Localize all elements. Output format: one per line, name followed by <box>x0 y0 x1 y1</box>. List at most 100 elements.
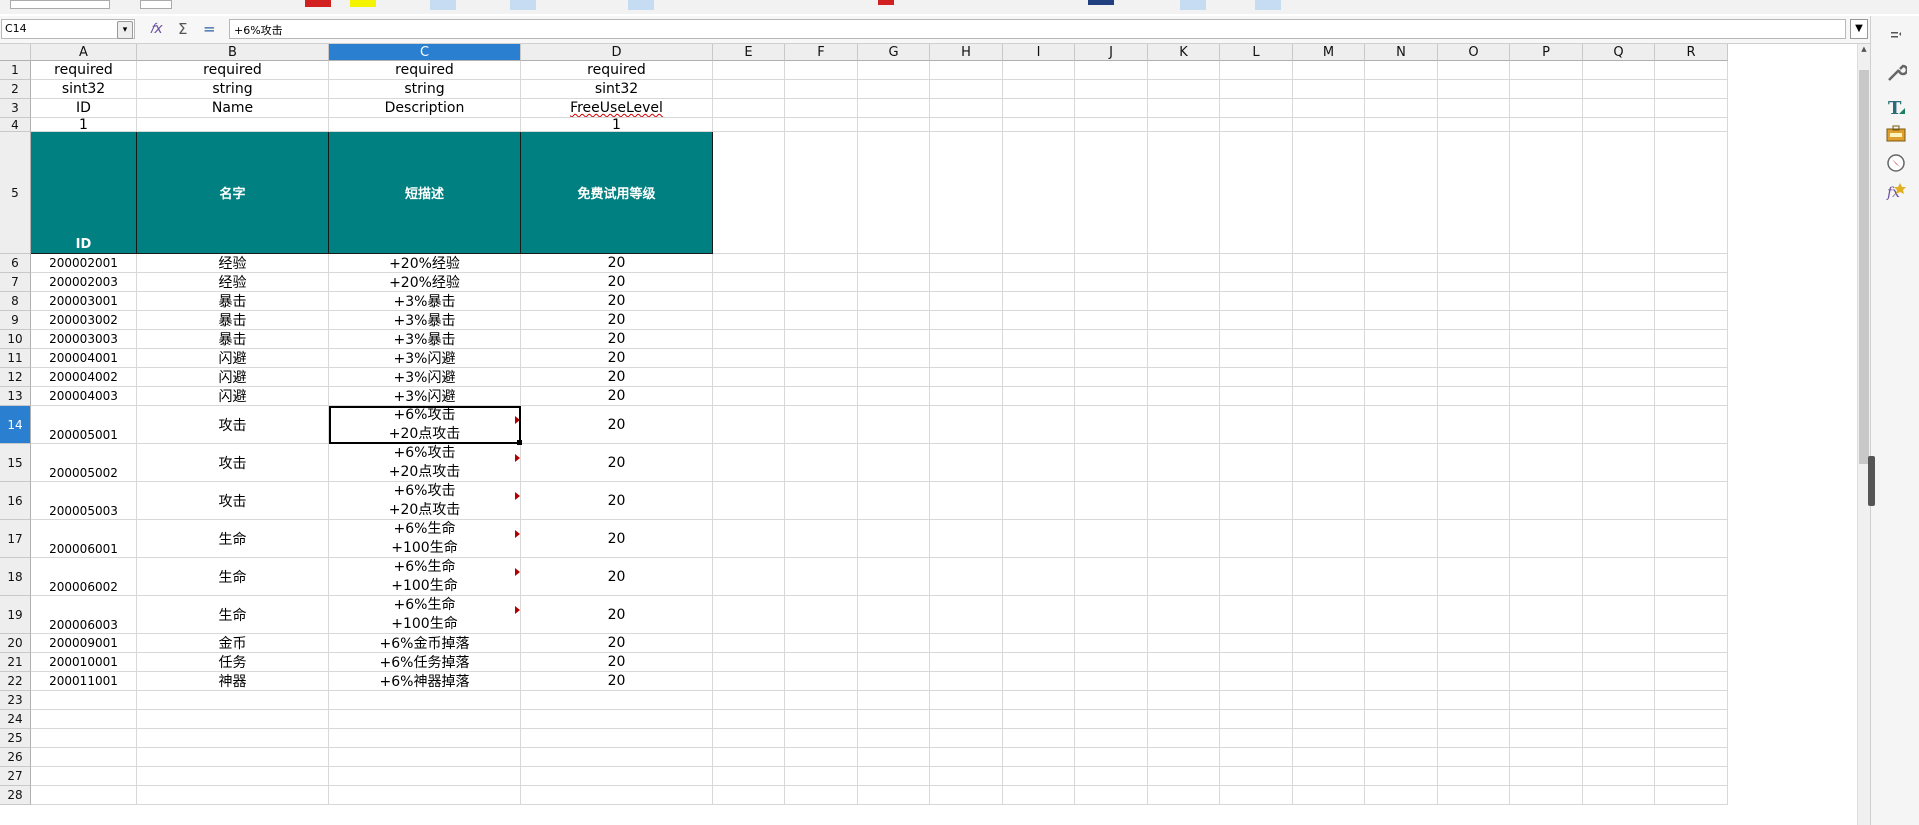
empty-cell[interactable] <box>713 653 785 672</box>
empty-cell[interactable] <box>1220 748 1293 767</box>
cell-c5[interactable]: 短描述 <box>329 132 521 254</box>
empty-cell[interactable] <box>785 596 858 634</box>
row-header-20[interactable]: 20 <box>0 634 31 653</box>
empty-cell[interactable] <box>1003 558 1075 596</box>
empty-cell[interactable] <box>1583 349 1655 368</box>
empty-cell[interactable] <box>1365 596 1438 634</box>
cell-b17[interactable]: 生命 <box>137 520 329 558</box>
empty-cell[interactable] <box>785 387 858 406</box>
cell-b16[interactable]: 攻击 <box>137 482 329 520</box>
cell-d23[interactable] <box>521 691 713 710</box>
empty-cell[interactable] <box>1075 311 1148 330</box>
empty-cell[interactable] <box>713 387 785 406</box>
empty-cell[interactable] <box>1220 634 1293 653</box>
empty-cell[interactable] <box>1293 99 1365 118</box>
row-header-24[interactable]: 24 <box>0 710 31 729</box>
empty-cell[interactable] <box>858 482 930 520</box>
empty-cell[interactable] <box>1003 406 1075 444</box>
empty-cell[interactable] <box>1438 132 1510 254</box>
cell-a21[interactable]: 200010001 <box>31 653 137 672</box>
empty-cell[interactable] <box>1075 691 1148 710</box>
scroll-up-icon[interactable]: ▲ <box>1858 44 1870 54</box>
empty-cell[interactable] <box>1148 710 1220 729</box>
cell-a18[interactable]: 200006002 <box>31 558 137 596</box>
empty-cell[interactable] <box>1293 710 1365 729</box>
empty-cell[interactable] <box>1365 634 1438 653</box>
empty-cell[interactable] <box>713 80 785 99</box>
empty-cell[interactable] <box>1075 368 1148 387</box>
empty-cell[interactable] <box>1293 292 1365 311</box>
empty-cell[interactable] <box>1583 406 1655 444</box>
cell-a19[interactable]: 200006003 <box>31 596 137 634</box>
empty-cell[interactable] <box>785 132 858 254</box>
empty-cell[interactable] <box>1583 767 1655 786</box>
empty-cell[interactable] <box>1510 311 1583 330</box>
empty-cell[interactable] <box>1220 292 1293 311</box>
cell-d26[interactable] <box>521 748 713 767</box>
empty-cell[interactable] <box>930 691 1003 710</box>
empty-cell[interactable] <box>1075 710 1148 729</box>
empty-cell[interactable] <box>1438 748 1510 767</box>
column-header-j[interactable]: J <box>1075 44 1148 61</box>
column-header-g[interactable]: G <box>858 44 930 61</box>
empty-cell[interactable] <box>1583 710 1655 729</box>
cell-b13[interactable]: 闪避 <box>137 387 329 406</box>
empty-cell[interactable] <box>1583 80 1655 99</box>
empty-cell[interactable] <box>1003 520 1075 558</box>
empty-cell[interactable] <box>1655 710 1728 729</box>
empty-cell[interactable] <box>1655 99 1728 118</box>
empty-cell[interactable] <box>858 444 930 482</box>
empty-cell[interactable] <box>1220 786 1293 805</box>
empty-cell[interactable] <box>785 330 858 349</box>
empty-cell[interactable] <box>1293 786 1365 805</box>
empty-cell[interactable] <box>1438 634 1510 653</box>
empty-cell[interactable] <box>1655 273 1728 292</box>
cell-b21[interactable]: 任务 <box>137 653 329 672</box>
empty-cell[interactable] <box>1510 254 1583 273</box>
empty-cell[interactable] <box>858 406 930 444</box>
empty-cell[interactable] <box>1220 311 1293 330</box>
cell-c8[interactable]: +3%暴击 <box>329 292 521 311</box>
scrollbar-thumb[interactable] <box>1859 70 1869 464</box>
cell-c7[interactable]: +20%经验 <box>329 273 521 292</box>
empty-cell[interactable] <box>1003 691 1075 710</box>
empty-cell[interactable] <box>1075 672 1148 691</box>
empty-cell[interactable] <box>1003 349 1075 368</box>
cell-c9[interactable]: +3%暴击 <box>329 311 521 330</box>
row-header-23[interactable]: 23 <box>0 691 31 710</box>
empty-cell[interactable] <box>1583 786 1655 805</box>
empty-cell[interactable] <box>1148 80 1220 99</box>
cell-b1[interactable]: required <box>137 61 329 80</box>
empty-cell[interactable] <box>1148 786 1220 805</box>
cell-c2[interactable]: string <box>329 80 521 99</box>
empty-cell[interactable] <box>785 786 858 805</box>
empty-cell[interactable] <box>1510 482 1583 520</box>
empty-cell[interactable] <box>1365 691 1438 710</box>
row-header-27[interactable]: 27 <box>0 767 31 786</box>
cell-a5[interactable]: ID <box>31 132 137 254</box>
empty-cell[interactable] <box>1003 118 1075 132</box>
empty-cell[interactable] <box>713 118 785 132</box>
empty-cell[interactable] <box>1148 691 1220 710</box>
cell-d2[interactable]: sint32 <box>521 80 713 99</box>
empty-cell[interactable] <box>785 349 858 368</box>
empty-cell[interactable] <box>1655 292 1728 311</box>
styles-icon[interactable]: T <box>1885 96 1907 118</box>
empty-cell[interactable] <box>1293 748 1365 767</box>
sidebar-collapse-handle[interactable] <box>1868 456 1875 506</box>
empty-cell[interactable] <box>1583 61 1655 80</box>
empty-cell[interactable] <box>1220 118 1293 132</box>
empty-cell[interactable] <box>1583 482 1655 520</box>
empty-cell[interactable] <box>1075 132 1148 254</box>
empty-cell[interactable] <box>858 311 930 330</box>
cell-a15[interactable]: 200005002 <box>31 444 137 482</box>
navigator-icon[interactable] <box>1885 152 1907 174</box>
empty-cell[interactable] <box>1148 387 1220 406</box>
cell-d4[interactable]: 1 <box>521 118 713 132</box>
empty-cell[interactable] <box>1220 406 1293 444</box>
empty-cell[interactable] <box>858 330 930 349</box>
cell-b2[interactable]: string <box>137 80 329 99</box>
empty-cell[interactable] <box>1220 596 1293 634</box>
empty-cell[interactable] <box>785 254 858 273</box>
empty-cell[interactable] <box>1220 80 1293 99</box>
